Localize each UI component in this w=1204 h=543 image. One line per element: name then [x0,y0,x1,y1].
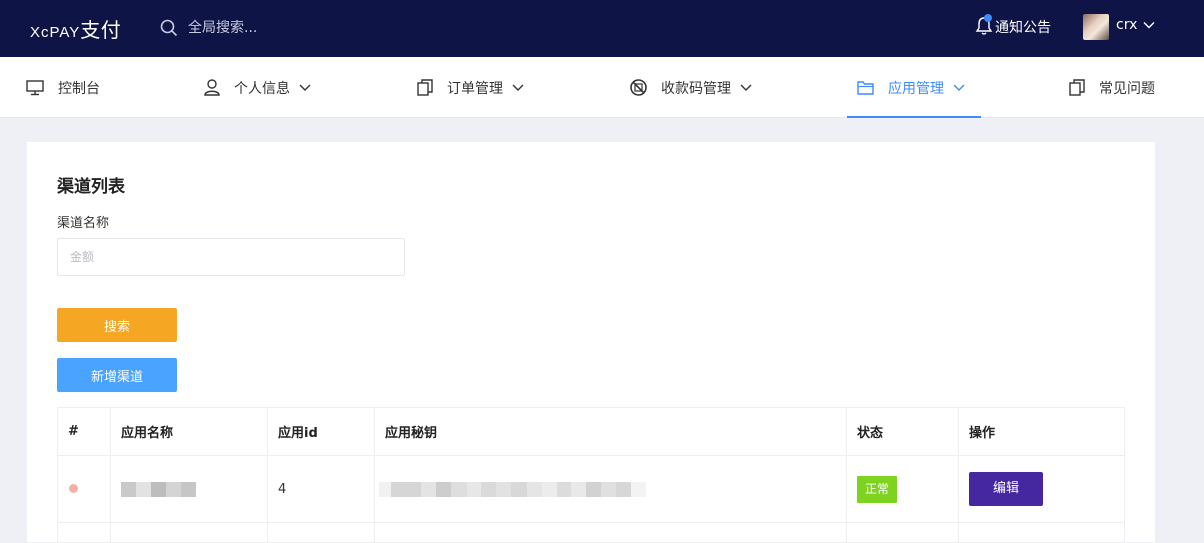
user-icon [204,79,220,96]
channel-table: # 应用名称 应用id 应用秘钥 状态 操作 4 正常 编辑 [57,407,1125,543]
channel-list-card: 渠道列表 渠道名称 搜索 新增渠道 # 应用名称 应用id 应用秘钥 状态 操作 [27,142,1155,543]
channel-name-input[interactable] [57,238,405,276]
app-secret-cell [374,455,847,523]
column-header-app-id[interactable]: 应用id [267,407,375,456]
qrcode-disabled-icon [630,79,647,96]
logo-suffix: 支付 [80,18,122,42]
redacted-app-secret [379,481,836,497]
column-header-actions[interactable]: 操作 [958,407,1125,456]
table-header-row: # 应用名称 应用id 应用秘钥 状态 操作 [57,407,1125,456]
copy-icon [1069,79,1085,96]
search-button[interactable]: 搜索 [57,308,177,342]
nav-item-dashboard[interactable]: 控制台 [26,57,100,118]
nav-label: 个人信息 [234,80,290,97]
avatar[interactable] [1083,14,1109,40]
nav-label: 订单管理 [447,80,503,97]
logo-brand: XcPAY [30,24,81,41]
nav-item-faq[interactable]: 常见问题 [1069,57,1155,118]
app-id-cell: 4 [267,455,375,523]
notification-dot [984,14,992,22]
notice-link[interactable]: 通知公告 [995,17,1051,37]
search-icon[interactable] [160,19,178,37]
chevron-down-icon [953,84,965,91]
nav-label: 控制台 [58,80,100,97]
global-search-input[interactable] [188,17,388,39]
top-header: XcPAY支付 通知公告 crx [0,0,1204,57]
nav-item-apps[interactable]: 应用管理 [847,57,981,118]
copy-icon [417,79,433,96]
actions-cell: 编辑 [958,455,1125,523]
app-name-cell [110,455,268,523]
status-cell: 正常 [846,455,959,523]
monitor-icon [26,79,44,95]
nav-item-profile[interactable]: 个人信息 [204,57,311,118]
chevron-down-icon [512,84,524,91]
nav-label: 收款码管理 [661,80,731,97]
folder-icon [857,81,874,95]
chevron-down-icon [299,84,311,91]
page-title: 渠道列表 [57,177,125,197]
chevron-down-icon [740,84,752,91]
nav-label: 常见问题 [1099,80,1155,97]
column-header-status[interactable]: 状态 [846,407,959,456]
chevron-down-icon[interactable] [1143,19,1155,31]
table-row: 4 正常 编辑 [57,455,1125,523]
nav-item-payment-codes[interactable]: 收款码管理 [630,57,752,118]
row-indicator-cell [57,455,111,523]
nav-item-orders[interactable]: 订单管理 [417,57,524,118]
main-nav: 控制台 个人信息 订单管理 收款码管理 应用管理 常见问题 [0,57,1204,118]
column-header-index[interactable]: # [57,407,111,456]
add-channel-button[interactable]: 新增渠道 [57,358,177,392]
column-header-app-name[interactable]: 应用名称 [110,407,268,456]
column-header-app-secret[interactable]: 应用秘钥 [374,407,847,456]
edit-button[interactable]: 编辑 [969,472,1043,506]
status-badge: 正常 [857,475,898,503]
channel-name-label: 渠道名称 [57,216,110,231]
redacted-app-name [121,481,257,497]
user-name[interactable]: crx [1116,17,1137,33]
row-status-dot [69,483,78,493]
logo[interactable]: XcPAY支付 [30,14,121,43]
nav-label: 应用管理 [888,80,944,97]
